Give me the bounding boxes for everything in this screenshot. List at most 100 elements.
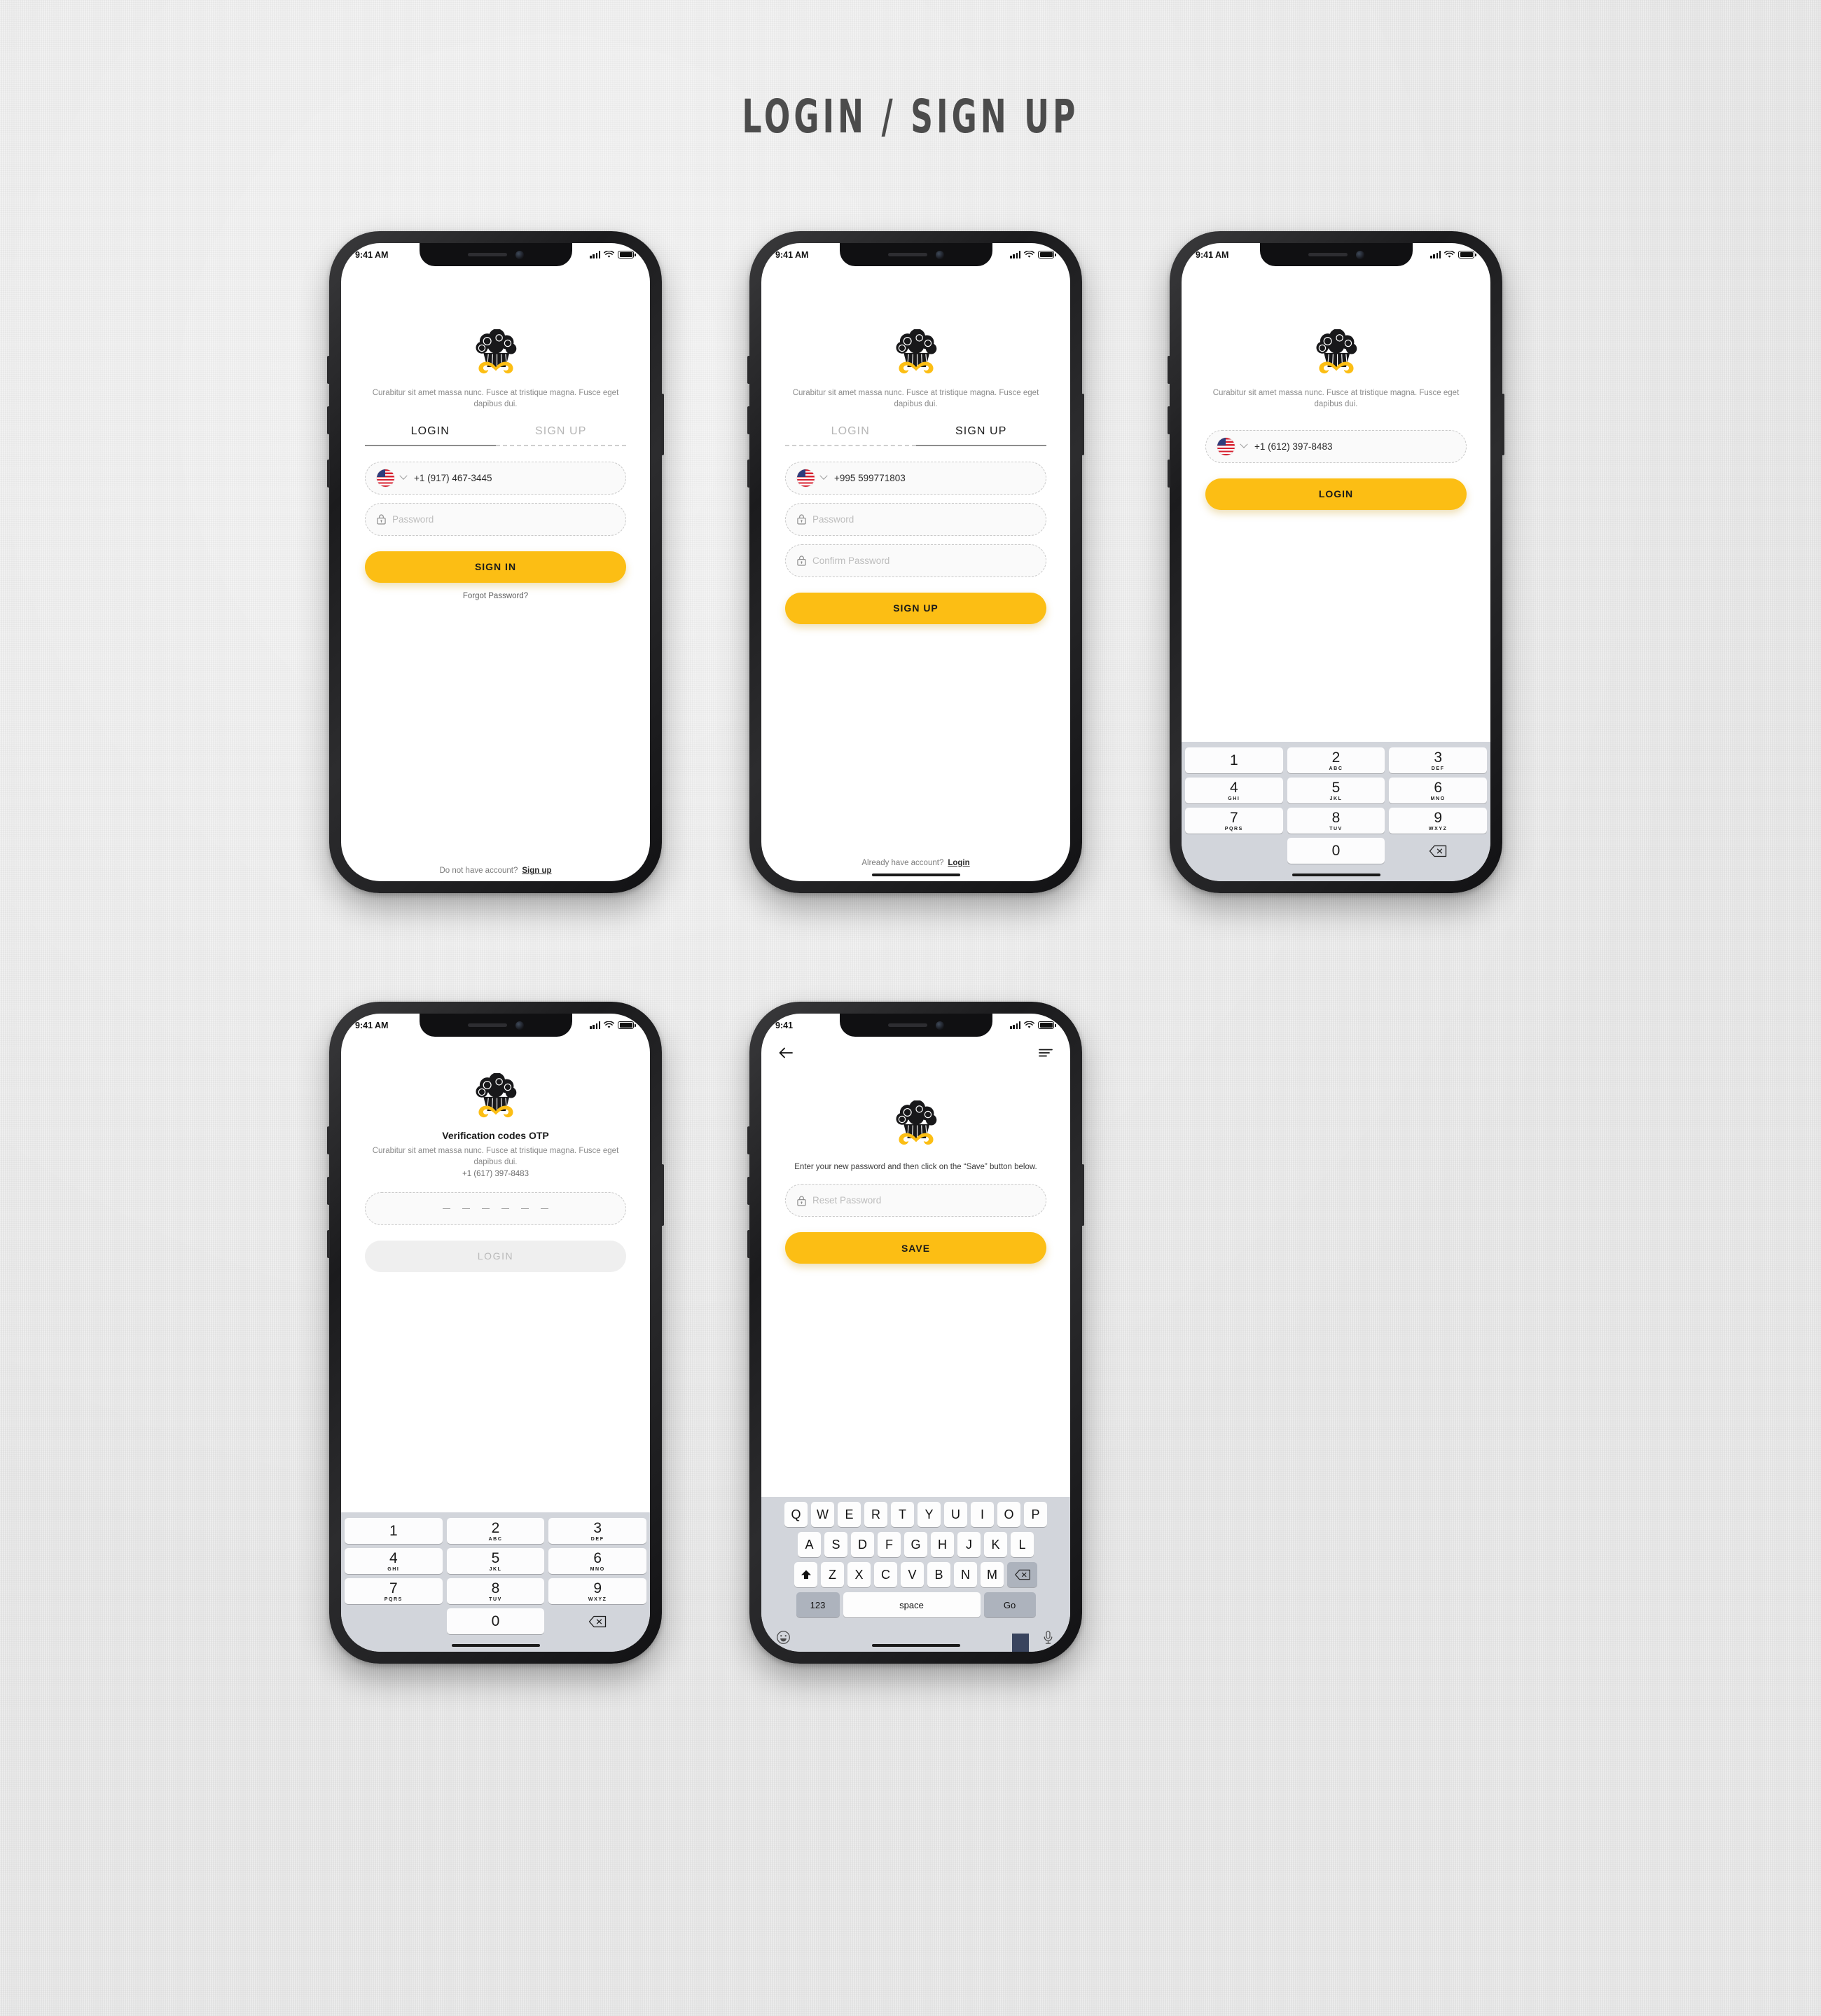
backspace-icon[interactable] — [1389, 838, 1487, 864]
key-y[interactable]: Y — [918, 1502, 941, 1527]
key-x[interactable]: X — [847, 1562, 871, 1587]
arrow-left-icon[interactable] — [778, 1046, 794, 1060]
phone-input-field[interactable]: +1 (612) 397-8483 — [1205, 429, 1467, 463]
key-s[interactable]: S — [824, 1532, 847, 1557]
key-i[interactable]: I — [971, 1502, 994, 1527]
keypad-key-9[interactable]: 9 WXYZ — [1389, 808, 1488, 834]
status-time: 9:41 AM — [355, 1020, 389, 1030]
key-o[interactable]: O — [997, 1502, 1020, 1527]
otp-slot — [462, 1208, 470, 1210]
confirm-password-input-field[interactable]: Confirm Password — [785, 544, 1046, 577]
status-time: 9:41 AM — [355, 249, 389, 260]
keypad-key-2[interactable]: 2 ABC — [446, 1518, 545, 1544]
keypad-key-5[interactable]: 5 JKL — [1287, 778, 1385, 803]
device-notch — [419, 1014, 572, 1037]
password-placeholder: Password — [392, 513, 434, 525]
hamburger-menu-icon[interactable] — [1038, 1046, 1053, 1060]
key-q[interactable]: Q — [784, 1502, 808, 1527]
phone-mockup-phone-entry: 9:41 AM Curabitur sit amet massa nunc. F… — [1168, 231, 1504, 893]
footer-login-link[interactable]: Login — [948, 859, 969, 867]
keypad-key-8[interactable]: 8 TUV — [1287, 808, 1385, 834]
key-k[interactable]: K — [984, 1532, 1007, 1557]
smiley-face-icon[interactable] — [776, 1630, 791, 1648]
key-m[interactable]: M — [981, 1562, 1004, 1587]
key-t[interactable]: T — [891, 1502, 914, 1527]
microphone-icon[interactable] — [1041, 1630, 1055, 1648]
phone-mockup-signup: 9:41 AM Curabitur sit amet massa nunc. F… — [747, 231, 1084, 893]
keypad-key-3[interactable]: 3 DEF — [548, 1518, 647, 1544]
phone-mockup-otp: 9:41 AM Verification codes OTP Curabitur… — [327, 1002, 664, 1664]
keypad-key-0[interactable]: 0 — [1287, 838, 1385, 864]
keyboard-row-4: 123 space Go — [763, 1592, 1068, 1617]
key-d[interactable]: D — [851, 1532, 874, 1557]
space-key[interactable]: space — [843, 1592, 981, 1617]
key-z[interactable]: Z — [821, 1562, 844, 1587]
return-key[interactable]: Go — [983, 1592, 1036, 1617]
keypad-key-4[interactable]: 4 GHI — [345, 1548, 443, 1574]
reset-description: Enter your new password and then click o… — [794, 1163, 1037, 1171]
chevron-down-icon[interactable] — [399, 471, 408, 480]
shift-up-icon[interactable] — [794, 1562, 817, 1587]
auth-tabs: LOGIN SIGN UP — [785, 425, 1046, 446]
keypad-key-6[interactable]: 6 MNO — [548, 1548, 647, 1574]
key-j[interactable]: J — [957, 1532, 981, 1557]
sign-in-button[interactable]: SIGN IN — [365, 551, 626, 583]
cellular-signal-icon — [590, 1021, 601, 1029]
keypad-key-2[interactable]: 2 ABC — [1287, 747, 1385, 773]
keypad-key-1[interactable]: 1 — [345, 1518, 443, 1544]
key-b[interactable]: B — [927, 1562, 950, 1587]
key-u[interactable]: U — [944, 1502, 967, 1527]
key-g[interactable]: G — [904, 1532, 927, 1557]
key-a[interactable]: A — [798, 1532, 821, 1557]
password-input-field[interactable]: Password — [365, 502, 626, 536]
phone-mockup-login: 9:41 AM Curabitur sit amet massa nunc. F… — [327, 231, 664, 893]
wifi-icon — [1444, 251, 1455, 258]
key-n[interactable]: N — [954, 1562, 977, 1587]
keypad-key-3[interactable]: 3 DEF — [1389, 747, 1488, 773]
keypad-key-8[interactable]: 8 TUV — [446, 1578, 545, 1604]
tab-login[interactable]: LOGIN — [365, 425, 496, 446]
phone-input-field[interactable]: +1 (917) 467-3445 — [365, 461, 626, 495]
key-v[interactable]: V — [901, 1562, 924, 1587]
save-button[interactable]: SAVE — [785, 1232, 1046, 1264]
key-e[interactable]: E — [838, 1502, 861, 1527]
keypad-key-9[interactable]: 9 WXYZ — [548, 1578, 647, 1604]
keypad-key-0[interactable]: 0 — [446, 1608, 545, 1634]
keypad-row: 1 2 ABC 3 DEF — [1185, 747, 1488, 773]
chevron-down-icon[interactable] — [819, 471, 828, 480]
footer-signup-link[interactable]: Sign up — [522, 867, 551, 875]
device-notch — [839, 243, 992, 266]
password-input-field[interactable]: Password — [785, 502, 1046, 536]
keypad-key-4[interactable]: 4 GHI — [1185, 778, 1283, 803]
key-l[interactable]: L — [1011, 1532, 1034, 1557]
login-button[interactable]: LOGIN — [1205, 478, 1467, 510]
forgot-password-link[interactable]: Forgot Password? — [341, 592, 650, 600]
backspace-icon[interactable] — [1007, 1562, 1037, 1587]
key-r[interactable]: R — [864, 1502, 887, 1527]
front-camera — [515, 250, 524, 259]
key-h[interactable]: H — [931, 1532, 954, 1557]
key-p[interactable]: P — [1024, 1502, 1047, 1527]
numeric-keypad: 1 2 ABC 3 DEF 4 GHI 5 JKL 6 MNO 7 PQRS 8 TUV 9W… — [1182, 742, 1490, 881]
otp-input-field[interactable] — [365, 1192, 626, 1225]
keypad-key-5[interactable]: 5 JKL — [446, 1548, 545, 1574]
tab-signup[interactable]: SIGN UP — [495, 425, 626, 446]
sign-up-button[interactable]: SIGN UP — [785, 592, 1046, 624]
reset-password-input-field[interactable]: Reset Password — [785, 1184, 1046, 1217]
keypad-key-7[interactable]: 7 PQRS — [345, 1578, 443, 1604]
keypad-key-1[interactable]: 1 — [1185, 747, 1283, 773]
key-f[interactable]: F — [878, 1532, 901, 1557]
tab-signup[interactable]: SIGN UP — [915, 425, 1046, 446]
otp-slot — [541, 1208, 548, 1210]
tab-login[interactable]: LOGIN — [785, 425, 916, 446]
backspace-icon[interactable] — [548, 1608, 646, 1634]
numbers-key[interactable]: 123 — [796, 1592, 840, 1617]
key-w[interactable]: W — [811, 1502, 834, 1527]
earpiece-speaker — [467, 253, 507, 256]
keypad-key-6[interactable]: 6 MNO — [1389, 778, 1488, 803]
keypad-key-7[interactable]: 7 PQRS — [1185, 808, 1283, 834]
login-button[interactable]: LOGIN — [365, 1240, 626, 1272]
key-c[interactable]: C — [874, 1562, 897, 1587]
phone-input-field[interactable]: +995 599771803 — [785, 461, 1046, 495]
chevron-down-icon[interactable] — [1240, 440, 1248, 448]
